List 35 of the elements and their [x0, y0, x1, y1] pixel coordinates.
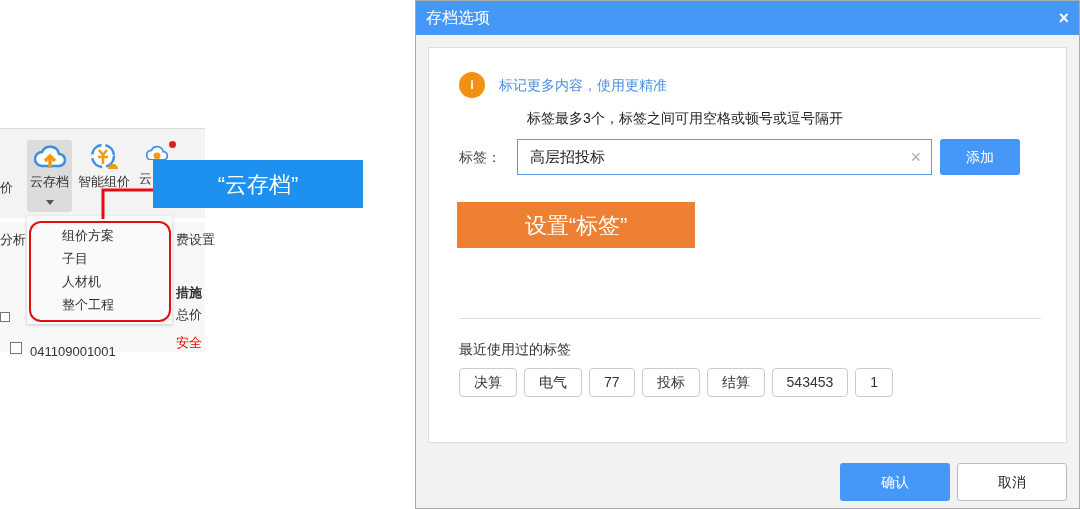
table-text: 安全 [176, 334, 202, 352]
info-text: 标记更多内容，使用更精准 [499, 75, 667, 95]
tag-chip[interactable]: 电气 [524, 368, 582, 397]
cancel-button[interactable]: 取消 [957, 463, 1067, 501]
menu-item[interactable]: 子目 [62, 250, 88, 268]
table-text: 总价 [176, 306, 202, 324]
leader-line [101, 187, 155, 219]
yuan-cycle-icon [88, 142, 120, 172]
tag-chip[interactable]: 1 [855, 368, 894, 397]
menu-item[interactable]: 组价方案 [62, 227, 114, 245]
toolbar-button[interactable]: 云 [139, 171, 152, 186]
toolbar-label: 价 [0, 179, 13, 197]
collapse-toggle-icon[interactable] [10, 342, 22, 354]
table-text: 分析 [0, 231, 26, 249]
tag-chip[interactable]: 77 [589, 368, 635, 397]
table-text: 费设置 [176, 231, 215, 249]
table-text: 041109001001 [30, 343, 116, 361]
callout-label: 设置“标签” [457, 202, 695, 248]
table-text: 措施 [176, 284, 202, 302]
tag-chip[interactable]: 投标 [641, 368, 700, 397]
collapse-toggle-icon[interactable] [0, 312, 10, 322]
toolbar-button[interactable]: 云存档 [27, 140, 72, 212]
hint-text: 标签最多3个，标签之间可用空格或顿号或逗号隔开 [527, 109, 844, 128]
tag-input-field[interactable]: 高层招投标 × [517, 139, 932, 175]
info-icon: i [459, 72, 485, 98]
tag-chip[interactable]: 结算 [706, 368, 765, 397]
menu-item[interactable]: 人材机 [62, 273, 101, 291]
toolbar-button[interactable]: 智能组价 [75, 140, 133, 212]
field-label: 标签： [459, 147, 502, 167]
tag-chip[interactable]: 决算 [459, 368, 517, 397]
menu-item[interactable]: 整个工程 [62, 296, 114, 314]
section-title: 最近使用过的标签 [459, 340, 572, 359]
tag-chip[interactable]: 543453 [771, 368, 849, 397]
callout-label: “云存档” [153, 160, 363, 208]
window-title: 存档选项 [426, 8, 490, 28]
